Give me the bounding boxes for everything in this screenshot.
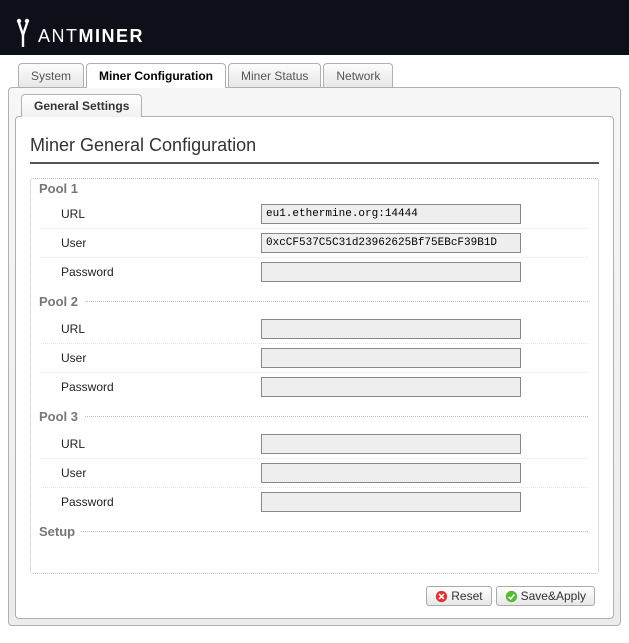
- label-password: Password: [61, 380, 261, 394]
- antenna-icon: [12, 17, 34, 47]
- pool-2: Pool 2 URL User Password: [41, 294, 588, 409]
- page-title: Miner General Configuration: [30, 131, 599, 164]
- pool1-password-input[interactable]: [261, 262, 521, 282]
- tab-miner-configuration[interactable]: Miner Configuration: [86, 63, 226, 88]
- label-url: URL: [61, 207, 261, 221]
- pool2-password-input[interactable]: [261, 377, 521, 397]
- pool1-user-input[interactable]: [261, 233, 521, 253]
- label-url: URL: [61, 322, 261, 336]
- subtab-general-settings[interactable]: General Settings: [21, 94, 142, 117]
- tab-network[interactable]: Network: [323, 63, 393, 88]
- config-box: Pool 1 URL User Password Pool 2 URL: [30, 178, 599, 574]
- tab-panel: General Settings Miner General Configura…: [8, 87, 621, 626]
- save-apply-button[interactable]: Save&Apply: [496, 586, 595, 606]
- pool3-url-input[interactable]: [261, 434, 521, 454]
- label-user: User: [61, 351, 261, 365]
- label-user: User: [61, 236, 261, 250]
- main-tabbar: System Miner Configuration Miner Status …: [18, 63, 621, 88]
- pool1-url-input[interactable]: [261, 204, 521, 224]
- setup-section: Setup: [41, 524, 588, 567]
- button-bar: Reset Save&Apply: [30, 578, 599, 608]
- pool2-user-input[interactable]: [261, 348, 521, 368]
- brand-logo: ANTMINER: [12, 17, 144, 55]
- cancel-icon: [435, 590, 448, 603]
- tab-miner-status[interactable]: Miner Status: [228, 63, 321, 88]
- pool3-user-input[interactable]: [261, 463, 521, 483]
- pool-legend: Pool 3: [39, 409, 84, 424]
- sub-tabbar: General Settings: [21, 94, 614, 117]
- pool-legend: Pool 1: [39, 181, 84, 196]
- pool-legend: Pool 2: [39, 294, 84, 309]
- label-url: URL: [61, 437, 261, 451]
- check-icon: [505, 590, 518, 603]
- label-password: Password: [61, 265, 261, 279]
- pool-1: Pool 1 URL User Password: [41, 181, 588, 294]
- app-header: ANTMINER: [0, 0, 629, 55]
- save-label: Save&Apply: [521, 589, 586, 603]
- label-password: Password: [61, 495, 261, 509]
- brand-text: ANTMINER: [38, 26, 144, 47]
- label-user: User: [61, 466, 261, 480]
- reset-label: Reset: [451, 589, 482, 603]
- pool-3: Pool 3 URL User Password: [41, 409, 588, 524]
- setup-legend: Setup: [39, 524, 81, 539]
- pool3-password-input[interactable]: [261, 492, 521, 512]
- sub-panel: Miner General Configuration Pool 1 URL U…: [15, 116, 614, 619]
- reset-button[interactable]: Reset: [426, 586, 491, 606]
- tab-system[interactable]: System: [18, 63, 84, 88]
- pool2-url-input[interactable]: [261, 319, 521, 339]
